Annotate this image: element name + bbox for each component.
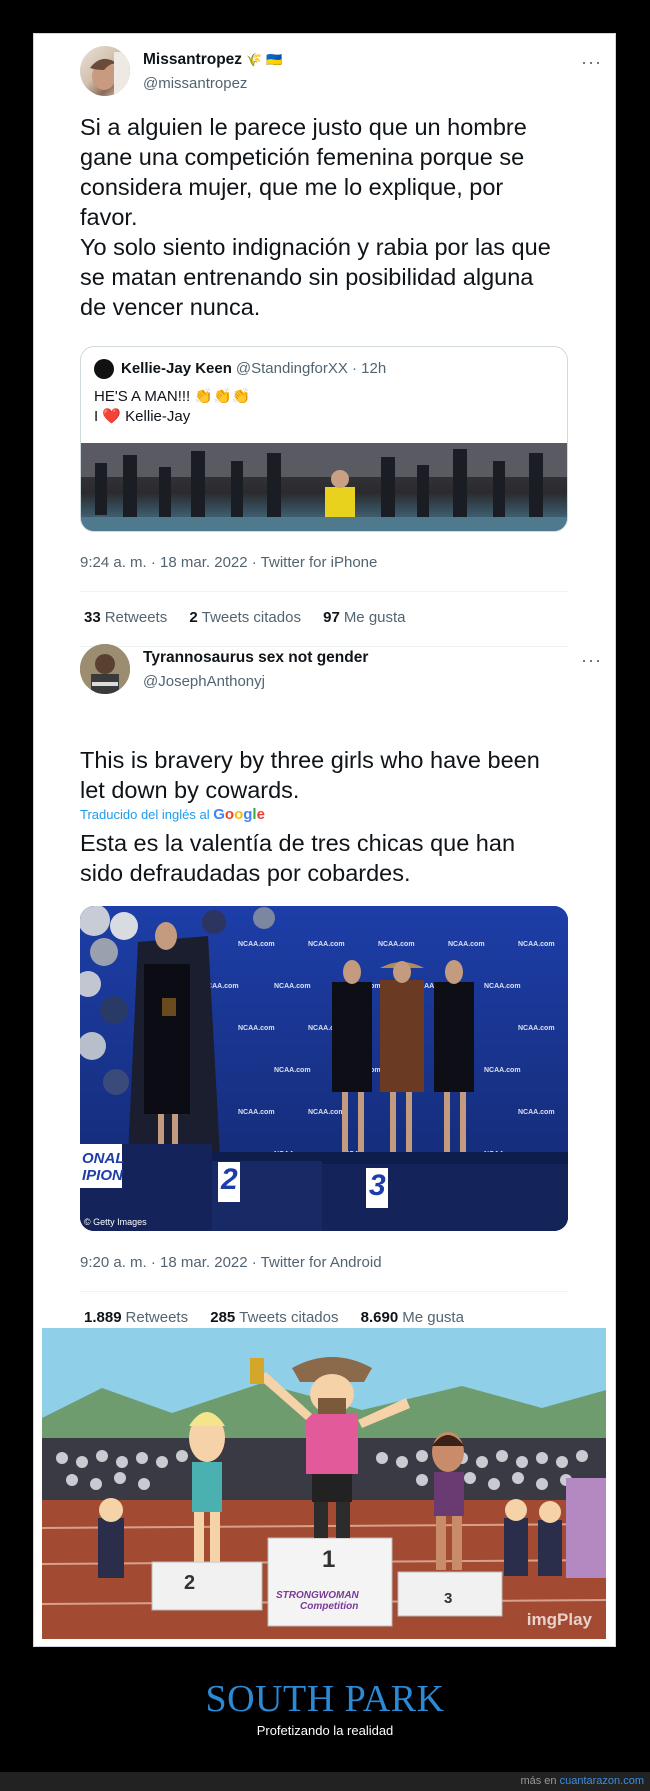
handle[interactable]: @JosephAnthonyj: [143, 673, 265, 690]
place-2-label: 2: [184, 1572, 196, 1594]
svg-text:NCAA.com: NCAA.com: [484, 1067, 521, 1074]
south-park-image: 2 1 3 STRONGWOMAN Competition imgPlay: [42, 1328, 606, 1639]
place-2-number: 2: [221, 1163, 238, 1196]
avatar[interactable]: [80, 644, 130, 694]
quote-text: HE'S A MAN!!! 👏👏👏 I ❤️ Kellie-Jay: [94, 387, 250, 427]
screenshot-card: Missantropez 🌾 🇺🇦 @missantropez ··· Si a…: [33, 33, 616, 1647]
translation-notice[interactable]: Traducido del inglés al Google: [80, 806, 265, 823]
quote-avatar: [94, 359, 114, 379]
likes-stat[interactable]: 97 Me gusta: [323, 609, 405, 626]
svg-text:NCAA.com: NCAA.com: [238, 941, 275, 948]
likes-stat[interactable]: 8.690 Me gusta: [361, 1309, 464, 1326]
svg-text:NCAA.com: NCAA.com: [484, 983, 521, 990]
svg-text:NCAA.com: NCAA.com: [518, 1109, 555, 1116]
tweet-timestamp[interactable]: 9:24 a. m. · 18 mar. 2022 · Twitter for …: [80, 554, 377, 571]
handle[interactable]: @missantropez: [143, 75, 247, 92]
more-options-icon[interactable]: ···: [581, 650, 602, 671]
verified-emoji: 🌾 🇺🇦: [246, 52, 283, 67]
quoted-tweet[interactable]: Kellie-Jay Keen @StandingforXX · 12h HE'S…: [80, 346, 568, 532]
quotes-stat[interactable]: 2 Tweets citados: [189, 609, 301, 626]
quote-line-1: HE'S A MAN!!! 👏👏👏: [94, 388, 251, 405]
svg-text:NCAA.com: NCAA.com: [238, 1025, 275, 1032]
post-title: SOUTH PARK: [205, 1678, 445, 1720]
podium-photo[interactable]: NCAA.com NCAA.com NCAA.com NCAA.com NCAA.com…: [80, 906, 568, 1231]
tweet-timestamp[interactable]: 9:20 a. m. · 18 mar. 2022 · Twitter for …: [80, 1254, 382, 1271]
avatar-image: [90, 52, 130, 96]
photo-credit: © Getty Images: [84, 1217, 147, 1227]
crowd-scene: [81, 443, 567, 531]
retweets-stat[interactable]: 1.889 Retweets: [84, 1309, 188, 1326]
quote-handle-time: @StandingforXX · 12h: [235, 360, 387, 377]
footer-bar: más en cuantarazon.com: [0, 1772, 650, 1791]
tweet-missantropez: Missantropez 🌾 🇺🇦 @missantropez ··· Si a…: [80, 46, 602, 656]
svg-text:NCAA.com: NCAA.com: [308, 1109, 345, 1116]
quotes-stat[interactable]: 285 Tweets citados: [210, 1309, 338, 1326]
svg-text:NCAA.com: NCAA.com: [518, 941, 555, 948]
tweet-stats: 33 Retweets 2 Tweets citados 97 Me gusta: [84, 609, 424, 626]
divider: [80, 591, 568, 592]
tweet-josephanthonyj: Tyrannosaurus sex not gender @JosephAnth…: [80, 644, 602, 1326]
google-logo: Google: [213, 806, 265, 823]
avatar[interactable]: [80, 46, 130, 96]
quote-display-name: Kellie-Jay Keen: [121, 360, 232, 377]
imgplay-watermark: imgPlay: [526, 1610, 592, 1629]
display-name[interactable]: Missantropez 🌾 🇺🇦: [143, 51, 282, 69]
quote-media-image[interactable]: [81, 443, 567, 531]
divider: [80, 1291, 568, 1292]
svg-text:NCAA.com: NCAA.com: [378, 941, 415, 948]
svg-text:NCAA.com: NCAA.com: [308, 941, 345, 948]
svg-text:NCAA.com: NCAA.com: [274, 1067, 311, 1074]
source-credit: más en cuantarazon.com: [520, 1775, 644, 1787]
place-1-label: 1: [322, 1546, 336, 1573]
tweet-text: This is bravery by three girls who have …: [80, 747, 540, 803]
site-link[interactable]: cuantarazon.com: [560, 1775, 644, 1787]
place-3-number: 3: [369, 1169, 386, 1202]
place-3-label: 3: [444, 1590, 453, 1607]
svg-text:NCAA.com: NCAA.com: [448, 941, 485, 948]
podium-scene: NCAA.com NCAA.com NCAA.com NCAA.com NCAA.com…: [80, 906, 568, 1231]
svg-text:NCAA.com: NCAA.com: [274, 983, 311, 990]
podium-sign: STRONGWOMAN Competition: [276, 1590, 359, 1612]
svg-text:NCAA.com: NCAA.com: [518, 1025, 555, 1032]
tweet-text: Si a alguien le parece justo que un homb…: [80, 114, 551, 320]
quote-header: Kellie-Jay Keen @StandingforXX · 12h: [121, 360, 386, 377]
quote-line-2: I ❤️ Kellie-Jay: [94, 408, 191, 425]
svg-text:NCAA.com: NCAA.com: [238, 1109, 275, 1116]
more-options-icon[interactable]: ···: [581, 52, 602, 73]
post-subtitle: Profetizando la realidad: [256, 1723, 394, 1738]
retweets-stat[interactable]: 33 Retweets: [84, 609, 167, 626]
display-name[interactable]: Tyrannosaurus sex not gender: [143, 649, 368, 667]
translated-text: Esta es la valentía de tres chicas que h…: [80, 830, 516, 886]
banner-text: ONAL IPION: [82, 1150, 125, 1184]
avatar-image: [80, 644, 130, 694]
tweet-stats: 1.889 Retweets 285 Tweets citados 8.690 Me …: [84, 1309, 482, 1326]
translation-prefix: Traducido del inglés al: [80, 807, 210, 822]
